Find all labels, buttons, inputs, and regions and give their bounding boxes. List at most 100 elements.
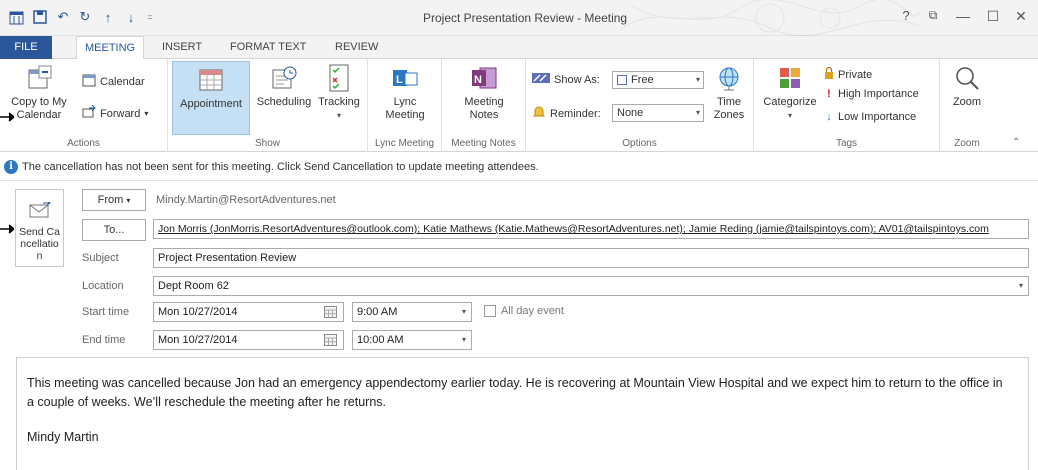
callout-arrow-icon: [0, 112, 14, 122]
info-bar: i The cancellation has not been sent for…: [0, 153, 1038, 181]
minimize-button[interactable]: —: [952, 8, 974, 24]
start-time-field[interactable]: 9:00 AM ▾: [352, 302, 472, 322]
undo-icon[interactable]: ↶: [55, 9, 71, 25]
group-zoom: Zoom Zoom: [940, 59, 994, 152]
group-label-actions: Actions: [67, 138, 100, 149]
low-importance-button[interactable]: ↓ Low Importance: [824, 111, 916, 123]
save-icon[interactable]: [32, 9, 48, 25]
tab-review[interactable]: REVIEW: [327, 36, 386, 59]
scheduling-icon: [269, 63, 299, 93]
high-importance-button[interactable]: ! High Importance: [824, 88, 919, 100]
lync-meeting-label: Lync Meeting: [385, 96, 425, 121]
appointment-label: Appointment: [180, 98, 242, 110]
reminder-label: Reminder:: [550, 107, 601, 120]
collapse-ribbon-icon[interactable]: ⌃: [1012, 137, 1020, 148]
help-button[interactable]: ?: [895, 8, 917, 23]
to-field[interactable]: Jon Morris (JonMorris.ResortAdventures@o…: [153, 219, 1029, 239]
send-cancellation-button[interactable]: Send Cancellation: [15, 189, 64, 267]
categorize-button[interactable]: Categorize ▾: [758, 63, 822, 122]
ribbon-display-button[interactable]: ⧉: [922, 8, 944, 23]
chevron-down-icon: ▾: [336, 111, 341, 120]
to-button[interactable]: To...: [82, 219, 146, 241]
group-label-meeting-notes: Meeting Notes: [451, 138, 516, 149]
group-label-zoom: Zoom: [954, 138, 980, 149]
free-swatch-icon: [617, 75, 627, 85]
info-icon: i: [4, 159, 18, 174]
time-zones-button[interactable]: Time Zones: [708, 63, 750, 122]
chevron-down-icon: ▾: [787, 111, 792, 120]
subject-label: Subject: [82, 252, 119, 264]
copy-calendar-icon: [24, 63, 54, 93]
dropdown-icon: ▾: [461, 335, 466, 344]
lync-meeting-button[interactable]: L Lync Meeting: [372, 63, 438, 122]
scheduling-button[interactable]: Scheduling: [252, 63, 316, 109]
tab-meeting[interactable]: MEETING: [76, 36, 145, 60]
group-meeting-notes: N Meeting Notes Meeting Notes: [442, 59, 526, 152]
redo-icon[interactable]: ↻: [77, 9, 93, 25]
exclamation-icon: !: [827, 88, 831, 100]
tracking-icon: [324, 63, 354, 93]
globe-icon: [714, 63, 744, 93]
end-time-value: 10:00 AM: [357, 334, 404, 346]
tab-format-text[interactable]: FORMAT TEXT: [222, 36, 314, 59]
all-day-event-checkbox[interactable]: All day event: [484, 305, 564, 317]
from-value: Mindy.Martin@ResortAdventures.net: [156, 194, 336, 206]
dropdown-icon: ▾: [461, 307, 466, 316]
customize-qat-icon[interactable]: =: [142, 9, 158, 25]
lync-icon: L: [390, 63, 420, 93]
calendar-picker-icon[interactable]: [324, 306, 337, 321]
down-icon[interactable]: ↓: [123, 9, 139, 25]
end-time-field[interactable]: 10:00 AM ▾: [352, 330, 472, 350]
categorize-icon: [775, 63, 805, 93]
dropdown-icon: ▾: [695, 75, 700, 84]
appointment-icon: [196, 65, 226, 95]
tracking-button[interactable]: Tracking ▾: [314, 63, 364, 122]
location-value: Dept Room 62: [158, 280, 229, 292]
tab-file[interactable]: FILE: [0, 36, 52, 59]
start-date-value: Mon 10/27/2014: [158, 306, 238, 318]
maximize-button[interactable]: ☐: [982, 8, 1004, 25]
dropdown-icon: ▾: [1018, 281, 1023, 290]
location-field[interactable]: Dept Room 62 ▾: [153, 276, 1029, 296]
onenote-icon: N: [469, 63, 499, 93]
calendar-picker-icon[interactable]: [324, 334, 337, 349]
show-as-select[interactable]: Free ▾: [612, 71, 704, 89]
reminder-value: None: [617, 107, 644, 119]
tracking-label: Tracking: [318, 96, 360, 108]
group-show: Appointment Scheduling Tracking ▾ Show: [168, 59, 368, 152]
show-as-label-group: Show As:: [532, 73, 600, 86]
start-date-field[interactable]: Mon 10/27/2014: [153, 302, 344, 322]
reminder-select[interactable]: None ▾: [612, 104, 704, 122]
send-cancellation-label: Send Cancellation: [19, 226, 60, 262]
private-label: Private: [838, 68, 873, 81]
from-button[interactable]: From ▾: [82, 189, 146, 211]
location-label: Location: [82, 280, 124, 292]
show-as-value: Free: [631, 74, 654, 86]
group-tags: Categorize ▾ Private ! High Importance ↓…: [754, 59, 940, 152]
calendar-label: Calendar: [100, 75, 145, 88]
forward-icon: [82, 104, 96, 122]
private-button[interactable]: Private: [824, 66, 873, 82]
forward-label: Forward: [100, 107, 141, 120]
calendar-button[interactable]: Calendar: [82, 73, 145, 90]
zoom-button[interactable]: Zoom: [944, 63, 990, 109]
end-date-value: Mon 10/27/2014: [158, 334, 238, 346]
subject-field[interactable]: Project Presentation Review: [153, 248, 1029, 268]
message-body[interactable]: This meeting was cancelled because Jon h…: [16, 357, 1029, 470]
from-label: From: [97, 194, 124, 206]
down-arrow-icon: ↓: [826, 111, 832, 123]
appointment-button[interactable]: Appointment: [172, 61, 250, 135]
forward-button[interactable]: Forward ▾: [82, 104, 148, 122]
start-time-value: 9:00 AM: [357, 306, 398, 318]
all-day-event-label: All day event: [501, 305, 564, 317]
tab-insert[interactable]: INSERT: [154, 36, 210, 59]
show-as-icon: [532, 73, 550, 86]
app-calendar-icon: [8, 9, 24, 25]
close-button[interactable]: ✕: [1010, 8, 1032, 25]
up-icon[interactable]: ↑: [100, 9, 116, 25]
reminder-label-group: Reminder:: [532, 105, 601, 122]
meeting-notes-button[interactable]: N Meeting Notes: [448, 63, 520, 122]
start-time-label: Start time: [82, 306, 130, 318]
end-date-field[interactable]: Mon 10/27/2014: [153, 330, 344, 350]
lock-icon: [824, 66, 834, 82]
